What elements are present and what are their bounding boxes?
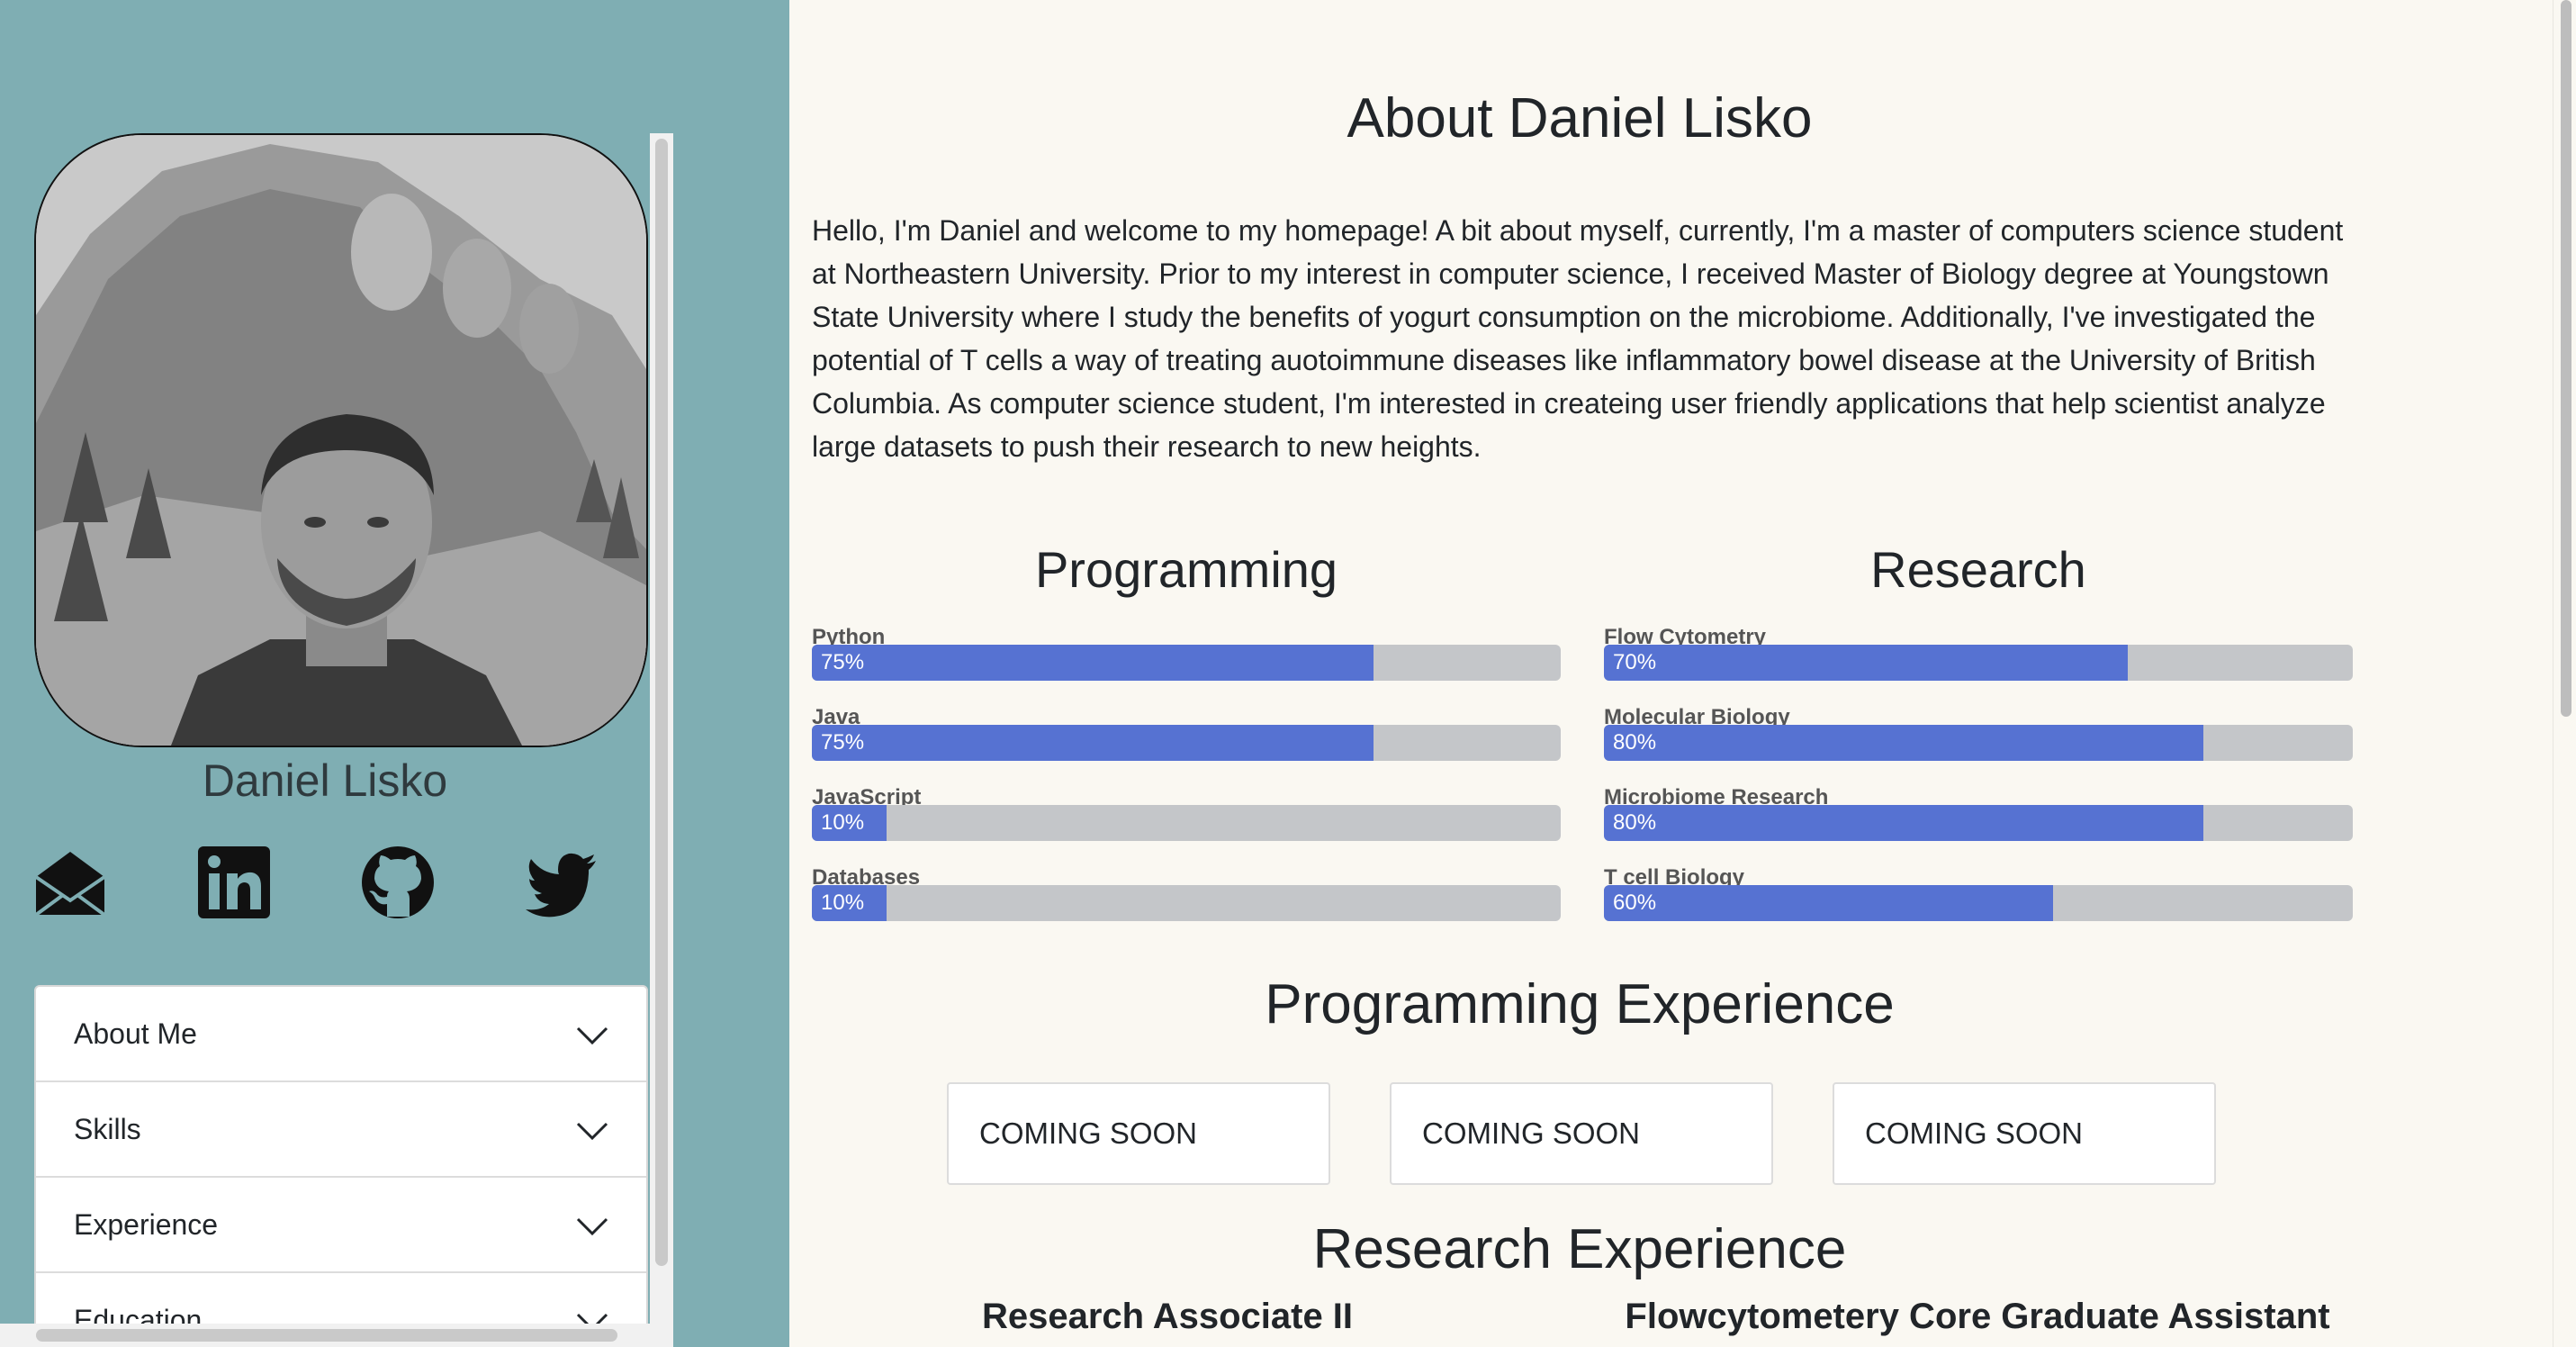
progress-fill: 75% bbox=[812, 645, 1374, 681]
profile-photo bbox=[34, 133, 648, 747]
progress-fill: 80% bbox=[1604, 725, 2203, 761]
page-title: About Daniel Lisko bbox=[1347, 87, 1813, 149]
progress-track: 10% bbox=[812, 805, 1561, 841]
skill-bar: Databases 10% bbox=[812, 862, 1561, 942]
chevron-down-icon bbox=[576, 1210, 608, 1243]
skill-bar: T cell Biology 60% bbox=[1604, 862, 2353, 942]
progress-fill: 80% bbox=[1604, 805, 2203, 841]
chevron-down-icon bbox=[576, 1019, 608, 1053]
progress-track: 10% bbox=[812, 885, 1561, 921]
progress-track: 80% bbox=[1604, 725, 2353, 761]
skill-bar: Python 75% bbox=[812, 621, 1561, 701]
main-content: About Daniel Lisko Hello, I'm Daniel and… bbox=[789, 0, 2576, 1347]
sidebar-content: Daniel Lisko About Me Skills Experience … bbox=[0, 133, 650, 1331]
progress-fill: 10% bbox=[812, 885, 887, 921]
progress-fill: 75% bbox=[812, 725, 1374, 761]
progress-fill: 10% bbox=[812, 805, 887, 841]
skills-heading: Programming bbox=[1034, 541, 1338, 598]
envelope-icon[interactable] bbox=[32, 845, 108, 920]
accordion-label: Experience bbox=[74, 1207, 219, 1241]
job-title: Research Associate II bbox=[981, 1297, 1354, 1336]
skill-bar: Java 75% bbox=[812, 701, 1561, 782]
scrollbar-thumb[interactable] bbox=[36, 1329, 617, 1342]
page-vertical-scrollbar[interactable] bbox=[2553, 0, 2576, 1347]
progress-track: 75% bbox=[812, 645, 1561, 681]
progress-fill: 60% bbox=[1604, 885, 2054, 921]
accordion-label: Skills bbox=[74, 1112, 141, 1145]
sidebar: Daniel Lisko About Me Skills Experience … bbox=[0, 0, 789, 1347]
sidebar-horizontal-scrollbar[interactable] bbox=[0, 1324, 650, 1347]
programming-skills: Programming Python 75% Java 75% JavaScri… bbox=[812, 540, 1561, 942]
skill-bar: Flow Cytometry 70% bbox=[1604, 621, 2353, 701]
experience-card[interactable]: COMING SOON bbox=[947, 1082, 1330, 1185]
accordion-label: About Me bbox=[74, 1017, 197, 1050]
scrollbar-thumb[interactable] bbox=[655, 139, 668, 1266]
experience-card[interactable]: COMING SOON bbox=[1390, 1082, 1773, 1185]
skill-bar: Molecular Biology 80% bbox=[1604, 701, 2353, 782]
programming-experience-heading: Programming Experience bbox=[1265, 973, 1895, 1035]
chevron-down-icon bbox=[576, 1115, 608, 1148]
progress-track: 70% bbox=[1604, 645, 2353, 681]
accordion-skills[interactable]: Skills bbox=[36, 1082, 646, 1178]
linkedin-icon[interactable] bbox=[196, 845, 272, 920]
sidebar-vertical-scrollbar[interactable] bbox=[650, 133, 673, 1347]
progress-fill: 70% bbox=[1604, 645, 2129, 681]
skill-bar: JavaScript 10% bbox=[812, 782, 1561, 862]
sidebar-accordion: About Me Skills Experience Education bbox=[34, 985, 648, 1331]
profile-name: Daniel Lisko bbox=[202, 755, 448, 806]
accordion-education[interactable]: Education bbox=[36, 1273, 646, 1331]
accordion-about-me[interactable]: About Me bbox=[36, 987, 646, 1082]
experience-card[interactable]: COMING SOON bbox=[1833, 1082, 2216, 1185]
progress-track: 80% bbox=[1604, 805, 2353, 841]
accordion-experience[interactable]: Experience bbox=[36, 1178, 646, 1273]
twitter-icon[interactable] bbox=[524, 845, 599, 920]
research-skills: Research Flow Cytometry 70% Molecular Bi… bbox=[1604, 540, 2353, 942]
progress-track: 60% bbox=[1604, 885, 2353, 921]
progress-track: 75% bbox=[812, 725, 1561, 761]
job-title: Flowcytometery Core Graduate Assistant bbox=[1625, 1297, 2330, 1336]
github-icon[interactable] bbox=[360, 845, 436, 920]
skills-heading: Research bbox=[1870, 541, 2086, 598]
research-experience-heading: Research Experience bbox=[1312, 1218, 1847, 1280]
scrollbar-thumb[interactable] bbox=[2561, 0, 2571, 717]
skill-bar: Microbiome Research 80% bbox=[1604, 782, 2353, 862]
about-paragraph: Hello, I'm Daniel and welcome to my home… bbox=[812, 214, 2344, 463]
